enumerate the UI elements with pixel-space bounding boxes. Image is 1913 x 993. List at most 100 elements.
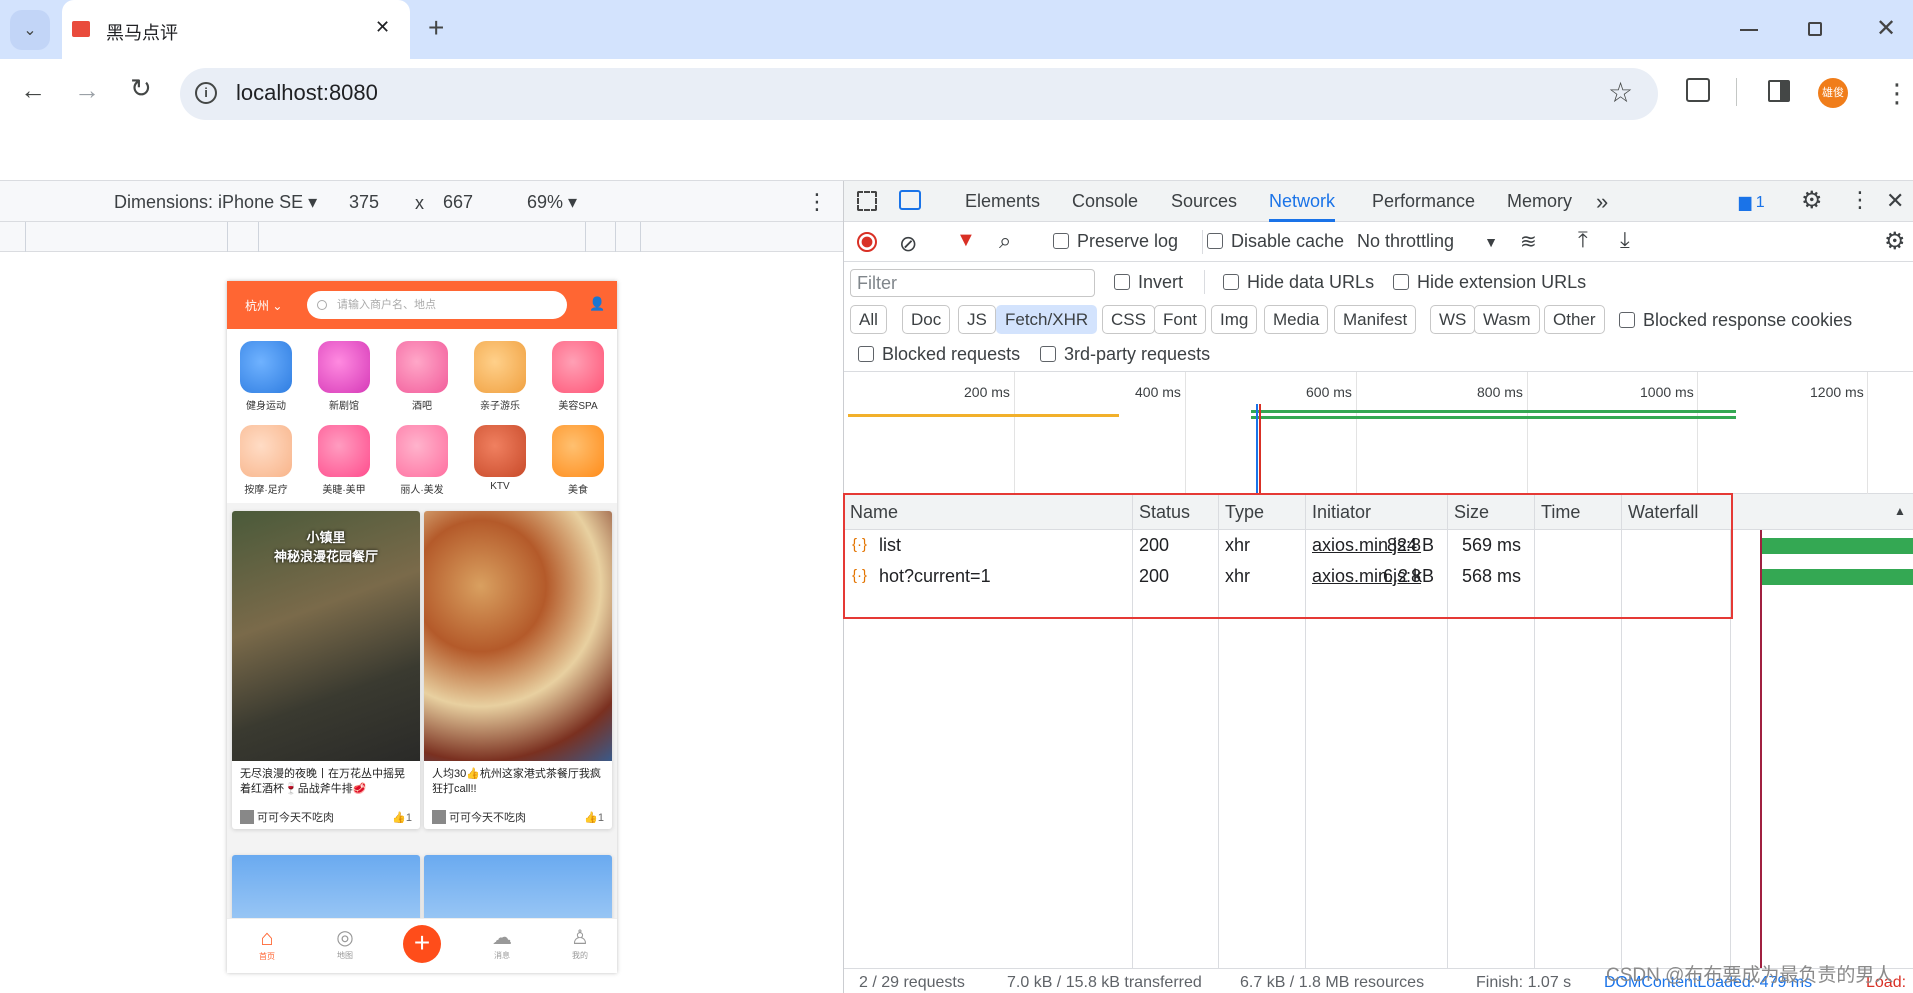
issues-badge[interactable]: ▆ 1 bbox=[1739, 192, 1765, 212]
device-dimensions-select[interactable]: Dimensions: iPhone SE ▾ bbox=[114, 192, 317, 213]
network-overview-timeline[interactable]: 200 ms 400 ms 600 ms 800 ms 1000 ms 1200… bbox=[844, 372, 1913, 494]
category-item[interactable]: 按摩·足疗 bbox=[227, 425, 305, 496]
blog-card[interactable]: 小镇里 神秘浪漫花园餐厅 无尽浪漫的夜晚丨在万花丛中摇晃着红酒杯🍷品战斧牛排🥩 … bbox=[232, 511, 420, 829]
back-icon[interactable]: ← bbox=[20, 75, 46, 106]
tab-messages[interactable]: ☁ 消息 bbox=[477, 925, 527, 961]
sort-up-icon[interactable]: ▲ bbox=[1894, 504, 1906, 518]
preserve-log-checkbox[interactable]: Preserve log bbox=[1053, 231, 1178, 252]
blocked-requests-checkbox[interactable]: Blocked requests bbox=[858, 344, 1020, 365]
category-item[interactable]: 丽人·美发 bbox=[383, 425, 461, 496]
tab-title: 黑马点评 bbox=[106, 23, 178, 43]
browser-menu-icon[interactable]: ⋮ bbox=[1884, 78, 1910, 109]
category-item[interactable]: KTV bbox=[461, 425, 539, 492]
reload-icon[interactable]: ↻ bbox=[130, 73, 152, 104]
filter-input[interactable]: Filter bbox=[850, 269, 1095, 297]
filter-icon[interactable]: ▼ bbox=[956, 229, 976, 252]
hide-data-urls-checkbox[interactable]: Hide data URLs bbox=[1223, 272, 1374, 293]
hide-extension-urls-checkbox[interactable]: Hide extension URLs bbox=[1393, 272, 1586, 293]
device-more-icon[interactable]: ⋮ bbox=[806, 189, 828, 215]
avatar[interactable]: 雄俊 bbox=[1818, 78, 1848, 108]
tab-profile[interactable]: ♙ 我的 bbox=[555, 925, 605, 961]
blog-card[interactable] bbox=[424, 855, 612, 925]
url-text[interactable]: localhost:8080 bbox=[236, 80, 378, 106]
clear-icon[interactable]: ⊘ bbox=[899, 231, 917, 257]
forward-icon[interactable]: → bbox=[74, 75, 100, 106]
extensions-icon[interactable] bbox=[1686, 78, 1710, 102]
tab-elements[interactable]: Elements bbox=[965, 181, 1040, 222]
site-info-icon[interactable]: i bbox=[195, 82, 217, 104]
blog-author[interactable]: 可可今天不吃肉 bbox=[432, 809, 526, 825]
tab-search-button[interactable]: ⌄ bbox=[10, 10, 50, 50]
tab-network[interactable]: Network bbox=[1269, 181, 1336, 222]
close-window-icon[interactable]: ✕ bbox=[1876, 14, 1896, 43]
close-tab-icon[interactable]: ✕ bbox=[375, 17, 390, 38]
blog-card[interactable] bbox=[232, 855, 420, 925]
category-item[interactable]: 酒吧 bbox=[383, 341, 461, 412]
category-item[interactable]: 新剧馆 bbox=[305, 341, 383, 412]
tab-home[interactable]: ⌂ 首页 bbox=[242, 925, 292, 962]
blocked-response-cookies-checkbox[interactable]: Blocked response cookies bbox=[1619, 310, 1852, 331]
filter-ws[interactable]: WS bbox=[1430, 305, 1476, 334]
browser-tab[interactable]: 黑马点评 ✕ bbox=[62, 0, 410, 59]
invert-checkbox[interactable]: Invert bbox=[1114, 272, 1183, 293]
network-settings-icon[interactable]: ⚙ bbox=[1884, 227, 1906, 256]
restore-icon[interactable] bbox=[1808, 22, 1822, 36]
filter-manifest[interactable]: Manifest bbox=[1334, 305, 1417, 334]
tab-memory[interactable]: Memory bbox=[1507, 181, 1572, 222]
close-devtools-icon[interactable]: ✕ bbox=[1886, 188, 1904, 214]
blog-author[interactable]: 可可今天不吃肉 bbox=[240, 809, 334, 825]
minimize-icon[interactable] bbox=[1740, 29, 1758, 31]
devtools-menu-icon[interactable]: ⋮ bbox=[1849, 187, 1871, 213]
filter-all[interactable]: All bbox=[850, 305, 887, 334]
like-button[interactable]: 👍1 bbox=[392, 811, 412, 824]
throttling-select[interactable]: No throttling ▼ bbox=[1357, 231, 1498, 252]
shop-search-input[interactable]: 请输入商户名、地点 bbox=[307, 291, 567, 319]
filter-doc[interactable]: Doc bbox=[902, 305, 951, 334]
record-icon[interactable] bbox=[857, 232, 877, 252]
bookmark-star-icon[interactable]: ☆ bbox=[1608, 76, 1633, 109]
inspect-element-icon[interactable] bbox=[857, 191, 877, 211]
disable-cache-checkbox[interactable]: Disable cache bbox=[1207, 231, 1344, 252]
more-tabs-icon[interactable]: » bbox=[1596, 181, 1608, 222]
tab-map[interactable]: ◎ 地图 bbox=[320, 925, 370, 961]
media-query-ruler[interactable] bbox=[0, 222, 843, 252]
like-button[interactable]: 👍1 bbox=[584, 811, 604, 824]
filter-wasm[interactable]: Wasm bbox=[1474, 305, 1540, 334]
category-item[interactable]: 美睫·美甲 bbox=[305, 425, 383, 496]
address-bar[interactable]: i localhost:8080 ☆ bbox=[180, 68, 1658, 120]
category-item[interactable]: 美食 bbox=[539, 425, 617, 496]
summary-transferred: 7.0 kB / 15.8 kB transferred bbox=[1007, 974, 1202, 991]
filter-img[interactable]: Img bbox=[1211, 305, 1258, 334]
side-panel-icon[interactable] bbox=[1768, 80, 1790, 102]
disable-cache-label: Disable cache bbox=[1231, 231, 1345, 251]
new-tab-button[interactable]: + bbox=[428, 12, 444, 44]
category-item[interactable]: 健身运动 bbox=[227, 341, 305, 412]
category-item[interactable]: 亲子游乐 bbox=[461, 341, 539, 412]
export-har-icon[interactable]: ⤓ bbox=[1620, 227, 1630, 253]
device-width-input[interactable]: 375 bbox=[349, 192, 379, 213]
network-conditions-icon[interactable]: ≋ bbox=[1520, 229, 1537, 254]
app-tabbar: ⌂ 首页 ◎ 地图 + ☁ 消息 ♙ 我的 bbox=[227, 918, 617, 973]
blog-card[interactable]: 人均30👍杭州这家港式茶餐厅我疯狂打call!! 可可今天不吃肉 👍1 bbox=[424, 511, 612, 829]
tab-performance[interactable]: Performance bbox=[1372, 181, 1475, 222]
category-item[interactable]: 美容SPA bbox=[539, 341, 617, 412]
device-height-input[interactable]: 667 bbox=[443, 192, 473, 213]
third-party-requests-checkbox[interactable]: 3rd-party requests bbox=[1040, 344, 1210, 365]
filter-css[interactable]: CSS bbox=[1102, 305, 1155, 334]
settings-icon[interactable]: ⚙ bbox=[1801, 186, 1823, 215]
zoom-select[interactable]: 69% ▾ bbox=[527, 192, 577, 213]
add-post-button[interactable]: + bbox=[403, 925, 441, 963]
filter-font[interactable]: Font bbox=[1154, 305, 1207, 334]
device-toggle-icon[interactable] bbox=[899, 190, 921, 210]
microphone-icon bbox=[474, 425, 526, 477]
filter-other[interactable]: Other bbox=[1544, 305, 1605, 334]
tab-console[interactable]: Console bbox=[1072, 181, 1138, 222]
filter-fetch-xhr[interactable]: Fetch/XHR bbox=[996, 305, 1098, 334]
city-selector[interactable]: 杭州 ⌄ bbox=[245, 297, 282, 314]
import-har-icon[interactable]: ⤒ bbox=[1578, 227, 1588, 253]
search-icon[interactable]: ⌕ bbox=[999, 228, 1011, 254]
filter-js[interactable]: JS bbox=[958, 305, 996, 334]
user-icon[interactable]: 👤 bbox=[589, 296, 605, 312]
filter-media[interactable]: Media bbox=[1264, 305, 1329, 334]
tab-sources[interactable]: Sources bbox=[1171, 181, 1237, 222]
